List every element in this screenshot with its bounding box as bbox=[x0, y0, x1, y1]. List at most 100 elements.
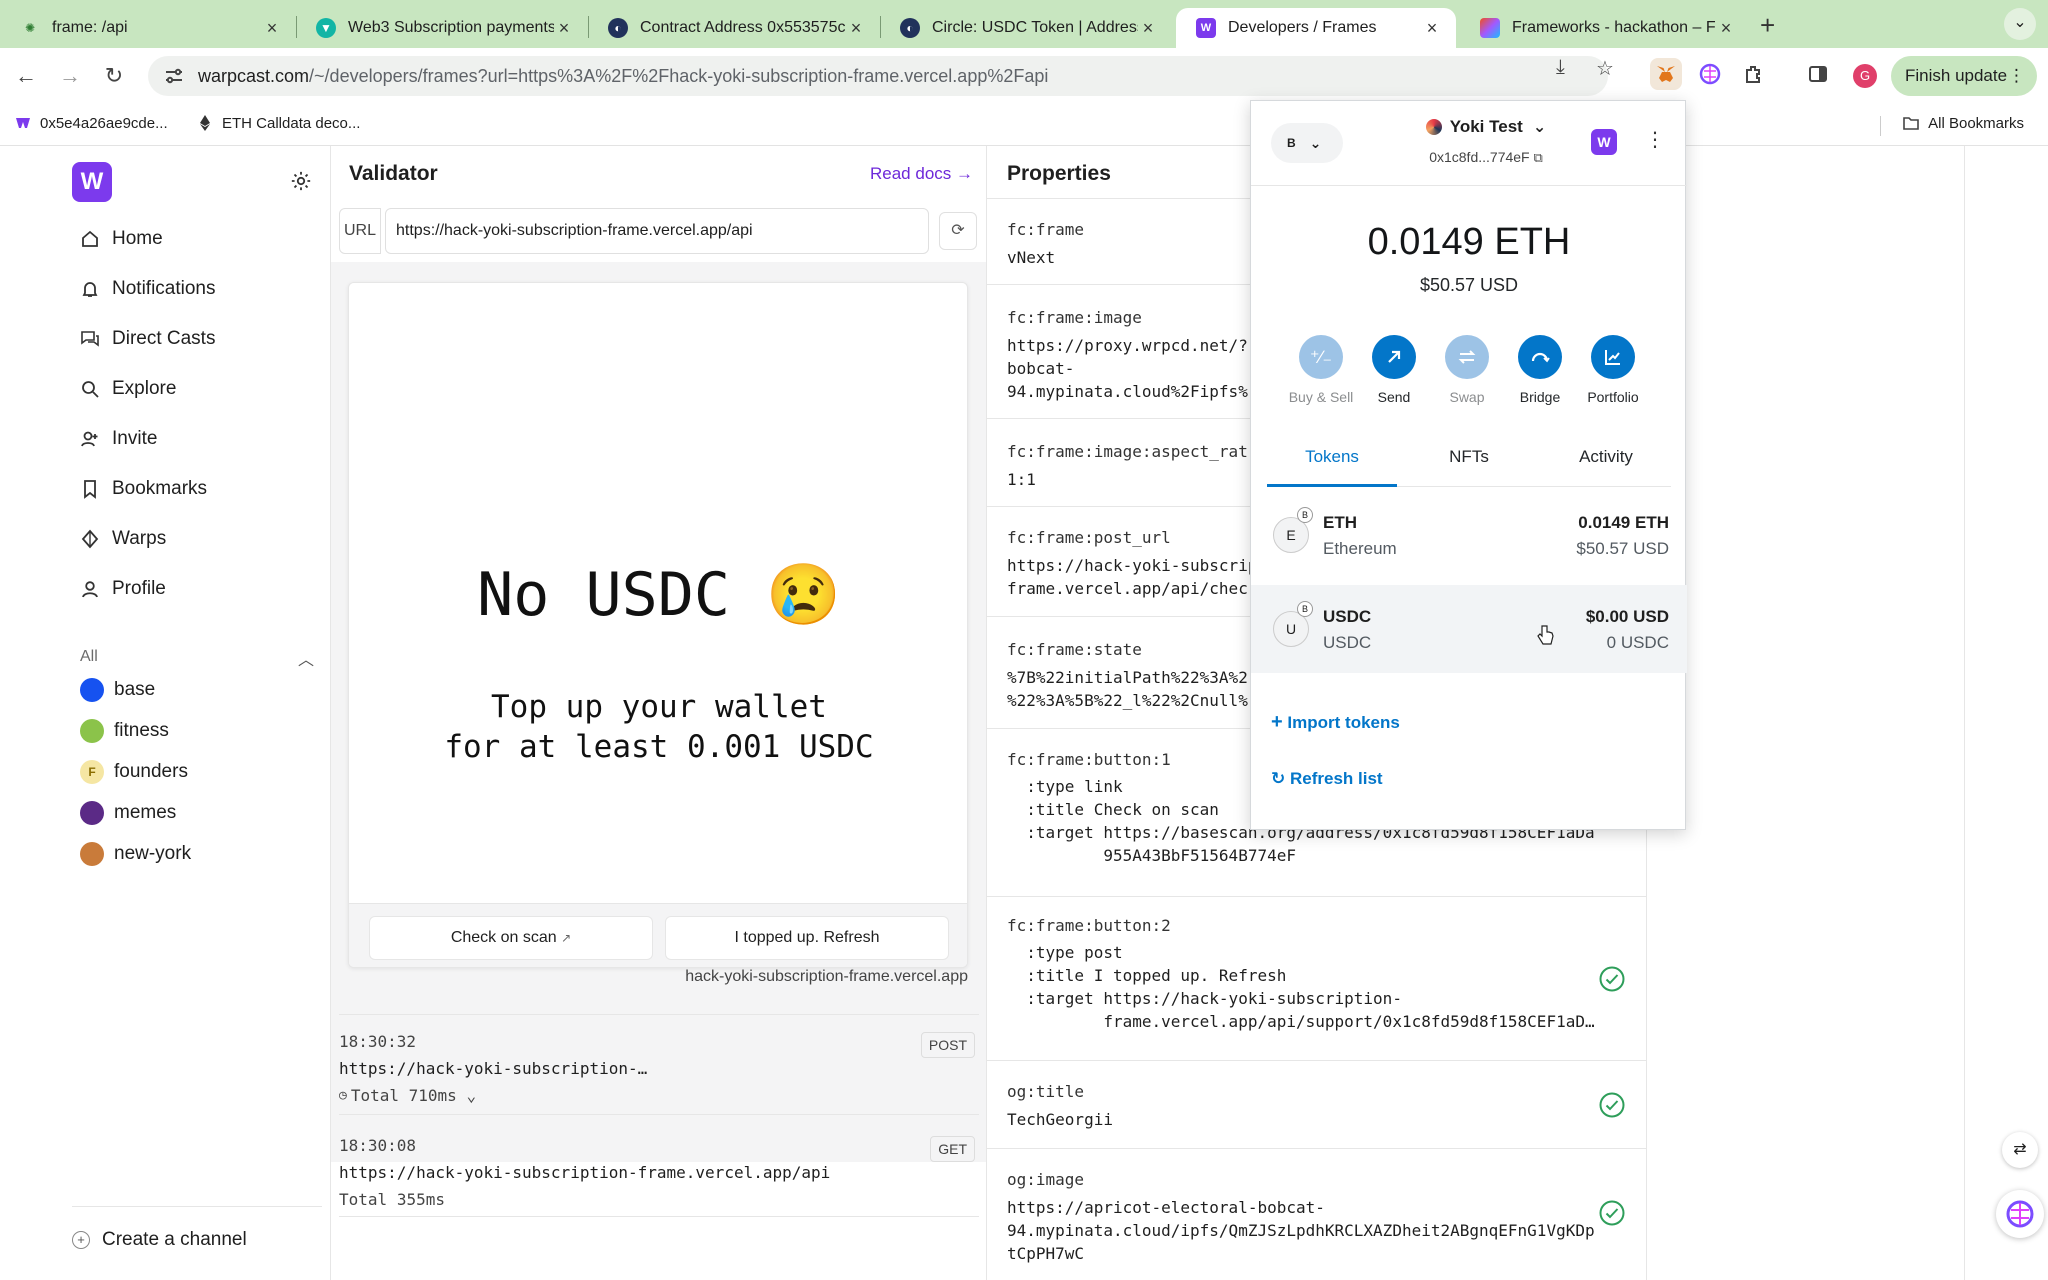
channel-label: new-york bbox=[114, 843, 192, 864]
close-icon[interactable]: × bbox=[262, 18, 282, 39]
buy-sell-button[interactable]: ⁺∕₋ Buy & Sell bbox=[1286, 335, 1356, 405]
reload-icon[interactable]: ↻ bbox=[98, 60, 130, 92]
frame-image: No USDC 😢 Top up your wallet for at leas… bbox=[349, 283, 967, 903]
request-url: https://hack-yoki-subscription-… bbox=[339, 1059, 648, 1078]
bookmark-item[interactable]: 0x5e4a26ae9cde... bbox=[14, 114, 168, 132]
brain-assistant-icon[interactable] bbox=[1996, 1190, 2044, 1238]
nav-label: Warps bbox=[112, 528, 167, 549]
request-log-row[interactable]: 18:30:32 https://hack-yoki-subscription-… bbox=[339, 1032, 979, 1105]
refresh-list-link[interactable]: ↻ Refresh list bbox=[1271, 769, 1383, 789]
warpcast-logo[interactable]: W bbox=[72, 162, 112, 202]
metamask-fox-icon[interactable] bbox=[1650, 58, 1682, 90]
token-fiat: $50.57 USD bbox=[1576, 539, 1669, 558]
tab-nfts[interactable]: NFTs bbox=[1404, 447, 1534, 487]
channel-new-york[interactable]: new-york bbox=[80, 842, 191, 866]
check-on-scan-button[interactable]: Check on scan ↗ bbox=[369, 916, 653, 960]
import-tokens-link[interactable]: + Import tokens bbox=[1271, 711, 1400, 734]
browser-tab-active[interactable]: W Developers / Frames × bbox=[1176, 8, 1456, 48]
create-channel-button[interactable]: + Create a channel bbox=[72, 1206, 322, 1251]
topped-up-refresh-button[interactable]: I topped up. Refresh bbox=[665, 916, 949, 960]
plus-icon: + bbox=[72, 1231, 90, 1249]
all-bookmarks-folder[interactable]: All Bookmarks bbox=[1902, 114, 2024, 132]
swap-button[interactable]: Swap bbox=[1432, 335, 1502, 405]
close-icon[interactable]: × bbox=[846, 18, 866, 39]
tab-search-chevron-icon[interactable]: ⌄ bbox=[2004, 8, 2036, 40]
translate-icon[interactable]: ⇄ bbox=[2002, 1132, 2038, 1168]
browser-tab[interactable]: ✺ frame: /api × bbox=[0, 8, 296, 48]
property-key: og:title bbox=[1007, 1082, 1085, 1101]
bell-icon bbox=[82, 282, 98, 297]
crying-face-icon: 😢 bbox=[766, 560, 841, 630]
profile-avatar[interactable]: G bbox=[1853, 64, 1877, 88]
browser-tab[interactable]: ◐ Contract Address 0x553575c × bbox=[588, 8, 880, 48]
account-address[interactable]: 0x1c8fd...774eF ⧉ bbox=[1401, 149, 1571, 166]
brain-extension-icon[interactable] bbox=[1694, 58, 1726, 90]
folder-icon bbox=[1903, 117, 1919, 130]
kebab-menu-icon[interactable]: ⋮ bbox=[1645, 127, 1665, 152]
back-arrow-icon[interactable]: ← bbox=[10, 60, 42, 92]
finish-update-button[interactable]: Finish update ⋮ bbox=[1891, 56, 2037, 96]
side-panel-icon[interactable] bbox=[1802, 58, 1834, 90]
ethereum-icon bbox=[200, 115, 210, 131]
extensions-puzzle-icon[interactable] bbox=[1738, 58, 1770, 90]
token-fiat: 0 USDC bbox=[1606, 633, 1669, 652]
wallet-balance: 0.0149 ETH bbox=[1367, 221, 1571, 263]
bridge-button[interactable]: Bridge bbox=[1505, 335, 1575, 405]
install-app-icon[interactable]: ⤓ bbox=[1556, 56, 1565, 79]
nav-explore[interactable]: Explore bbox=[80, 378, 176, 400]
token-row-eth[interactable]: E B ETH Ethereum 0.0149 ETH $50.57 USD bbox=[1251, 491, 1687, 579]
nav-home[interactable]: Home bbox=[80, 228, 163, 250]
channel-base[interactable]: base bbox=[80, 678, 155, 702]
frame-url-input[interactable]: https://hack-yoki-subscription-frame.ver… bbox=[385, 208, 929, 254]
account-picker[interactable]: Yoki Test ⌄ 0x1c8fd...774eF ⧉ bbox=[1401, 117, 1571, 166]
forward-arrow-icon[interactable]: → bbox=[54, 60, 86, 92]
chevron-up-icon[interactable]: ︿ bbox=[298, 646, 314, 670]
new-tab-button[interactable]: + bbox=[1760, 10, 1775, 41]
close-icon[interactable]: × bbox=[1138, 18, 1158, 39]
tab-activity[interactable]: Activity bbox=[1541, 447, 1671, 487]
close-icon[interactable]: × bbox=[1716, 18, 1736, 39]
nav-invite[interactable]: Invite bbox=[80, 428, 157, 450]
search-icon bbox=[82, 381, 99, 398]
network-picker[interactable]: B ⌄ bbox=[1271, 123, 1343, 163]
nav-notifications[interactable]: Notifications bbox=[80, 278, 216, 300]
browser-tab[interactable]: Frameworks - hackathon – Fi × bbox=[1460, 8, 1750, 48]
action-label: Buy & Sell bbox=[1288, 389, 1354, 405]
send-button[interactable]: Send bbox=[1359, 335, 1429, 405]
nav-warps[interactable]: Warps bbox=[80, 528, 166, 550]
read-docs-link[interactable]: Read docs → bbox=[870, 164, 973, 184]
chat-icon bbox=[81, 331, 99, 347]
request-total[interactable]: ◷ Total 710ms ⌄ bbox=[339, 1086, 979, 1105]
nav-profile[interactable]: Profile bbox=[80, 578, 166, 600]
request-log-row[interactable]: 18:30:08 https://hack-yoki-subscription-… bbox=[339, 1136, 979, 1209]
bookmark-item[interactable]: ETH Calldata deco... bbox=[196, 114, 360, 132]
frame-subtext: Top up your wallet for at least 0.001 US… bbox=[444, 689, 874, 765]
channel-fitness[interactable]: fitness bbox=[80, 719, 169, 743]
all-bookmarks-label: All Bookmarks bbox=[1928, 114, 2024, 132]
account-name-label: Yoki Test bbox=[1449, 117, 1523, 136]
channel-memes[interactable]: memes bbox=[80, 801, 176, 825]
connected-site-icon[interactable]: W bbox=[1591, 129, 1617, 155]
wallet-tabs: Tokens NFTs Activity bbox=[1267, 447, 1671, 487]
account-name[interactable]: Yoki Test ⌄ bbox=[1401, 117, 1571, 137]
site-settings-icon[interactable] bbox=[162, 64, 186, 88]
close-icon[interactable]: × bbox=[554, 18, 574, 39]
channel-avatar bbox=[80, 719, 104, 743]
portfolio-button[interactable]: Portfolio bbox=[1578, 335, 1648, 405]
nav-direct-casts[interactable]: Direct Casts bbox=[80, 328, 215, 350]
browser-tab[interactable]: ▼ Web3 Subscription payments × bbox=[296, 8, 588, 48]
channel-founders[interactable]: F founders bbox=[80, 760, 188, 784]
tab-tokens[interactable]: Tokens bbox=[1267, 447, 1397, 487]
channel-avatar bbox=[80, 801, 104, 825]
browser-tab[interactable]: ◐ Circle: USDC Token | Address × bbox=[880, 8, 1172, 48]
invite-icon bbox=[81, 431, 98, 447]
address-bar[interactable]: warpcast.com/~/developers/frames?url=htt… bbox=[148, 56, 1608, 96]
bookmark-star-icon[interactable]: ☆ bbox=[1596, 56, 1614, 81]
close-icon[interactable]: × bbox=[1422, 18, 1442, 39]
gear-icon[interactable] bbox=[290, 170, 312, 192]
copy-icon[interactable]: ⧉ bbox=[1534, 150, 1543, 165]
tab-title: Contract Address 0x553575c bbox=[640, 19, 846, 36]
refresh-icon[interactable]: ⟳ bbox=[939, 212, 977, 250]
token-row-usdc[interactable]: U B USDC USDC $0.00 USD 0 USDC bbox=[1251, 585, 1687, 673]
nav-bookmarks[interactable]: Bookmarks bbox=[80, 478, 207, 500]
